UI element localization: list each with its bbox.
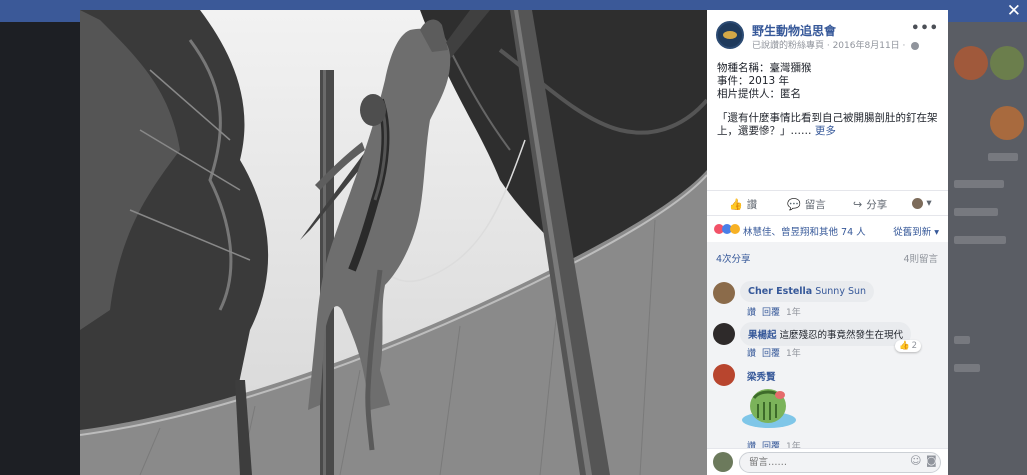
post-photo[interactable] [80,10,707,475]
page-name[interactable]: 野生動物追思會 [752,22,836,39]
comment-composer: ☺ ◙ [707,448,948,475]
comment-author[interactable]: Cher Estella [748,286,812,297]
comment-actions: 讚回覆 1年 [747,305,801,318]
comment-reply-link[interactable]: 回覆 [762,308,780,318]
share-label: 分享 [866,199,888,211]
avatar [990,46,1024,80]
post-meta-text: 已說讚的粉絲專頁 · 2016年8月11日 · [752,41,906,51]
comment-like-link[interactable]: 讚 [747,349,756,359]
thumb-up-icon: 👍 [899,341,910,351]
globe-icon [911,41,920,50]
share-button[interactable]: ↪ 分享 [853,197,887,212]
comment-count: 4則留言 [903,254,938,265]
comment-likes-count: 2 [911,341,918,351]
more-options-icon[interactable]: ••• [911,21,939,36]
comment-author[interactable]: 梁秀賢 [747,369,776,383]
emoji-icon[interactable]: ☺ [910,454,921,467]
quote-line: 上，還要慘？」…… [717,125,812,137]
comment-time[interactable]: 1年 [786,308,801,318]
comments-section: 4次分享 4則留言 Cher Estella Sunny Sun 讚回覆 1年 果楊… [707,242,948,475]
like-label: 讚 [746,199,758,211]
avatar [912,197,923,209]
post-panel: 野生動物追思會 已說讚的粉絲專頁 · 2016年8月11日 · ••• 物種名稱… [707,10,948,475]
avatar [990,106,1024,140]
post-line: 物種名稱：臺灣獼猴 [717,62,812,74]
post-meta: 已說讚的粉絲專頁 · 2016年8月11日 · [752,38,920,51]
comment-button[interactable]: 💬 留言 [787,197,826,212]
comment-reply-link[interactable]: 回覆 [762,349,780,359]
reactions-text[interactable]: 林慧佳、曾昱翔和其他 74 人 [743,224,866,238]
post-quote: 「還有什麼事情比看到自己被開腸剖肚的釘在架 上，還要慘？」…… 更多 [717,112,941,138]
comment-tag[interactable]: Sunny Sun [815,286,866,297]
share-count[interactable]: 4次分享 [716,251,751,265]
quote-line: 「還有什麼事情比看到自己被開腸剖肚的釘在架 [717,112,938,124]
sticker-image [742,389,796,428]
post-line: 事件：2013 年 [717,75,790,87]
avatar[interactable] [713,364,735,386]
comment-like-link[interactable]: 讚 [747,308,756,318]
comment-sort-dropdown[interactable]: 從舊到新 ▾ [893,224,939,238]
post-header: 野生動物追思會 已說讚的粉絲專頁 · 2016年8月11日 · ••• [716,19,941,59]
monkey-photo-image [80,10,707,475]
post-line: 相片提供人：匿名 [717,88,801,100]
share-arrow-icon: ↪ [853,198,863,211]
sad-reaction-icon [730,224,740,234]
react-as-button[interactable]: ▾ [912,197,932,209]
react-arrow-icon: ▾ [926,197,932,209]
sticker-icon[interactable]: ◙ [926,454,937,467]
thumb-up-icon: 👍 [729,198,743,211]
comment-author[interactable]: 果楊起 [748,330,777,341]
avatar [954,46,988,80]
post-text: 物種名稱：臺灣獼猴 事件：2013 年 相片提供人：匿名 「還有什麼事情比看到自… [717,62,941,138]
comment-text: 這麼殘忍的事竟然發生在現代 [779,330,904,341]
comment-bubble: Cher Estella Sunny Sun [740,281,875,302]
comment-actions: 讚回覆 1年 [747,346,801,359]
comment-label: 留言 [804,199,826,211]
page-avatar[interactable] [716,21,744,49]
comment-likes-badge[interactable]: 👍 2 [895,340,922,352]
see-more-link[interactable]: 更多 [815,125,836,137]
comment-time[interactable]: 1年 [786,349,801,359]
avatar [713,452,733,472]
reactions-summary: 林慧佳、曾昱翔和其他 74 人 從舊到新 ▾ [707,217,948,242]
close-icon[interactable]: ✕ [1007,1,1021,21]
speech-bubble-icon: 💬 [787,198,801,211]
like-button[interactable]: 👍 讚 [729,197,757,212]
background-page [948,22,1027,475]
comment-bubble: 果楊起 這麼殘忍的事竟然發生在現代 👍 2 [740,322,922,352]
avatar[interactable] [713,323,735,345]
avatar[interactable] [713,282,735,304]
post-actions: 👍 讚 💬 留言 ↪ 分享 ▾ [707,190,948,216]
